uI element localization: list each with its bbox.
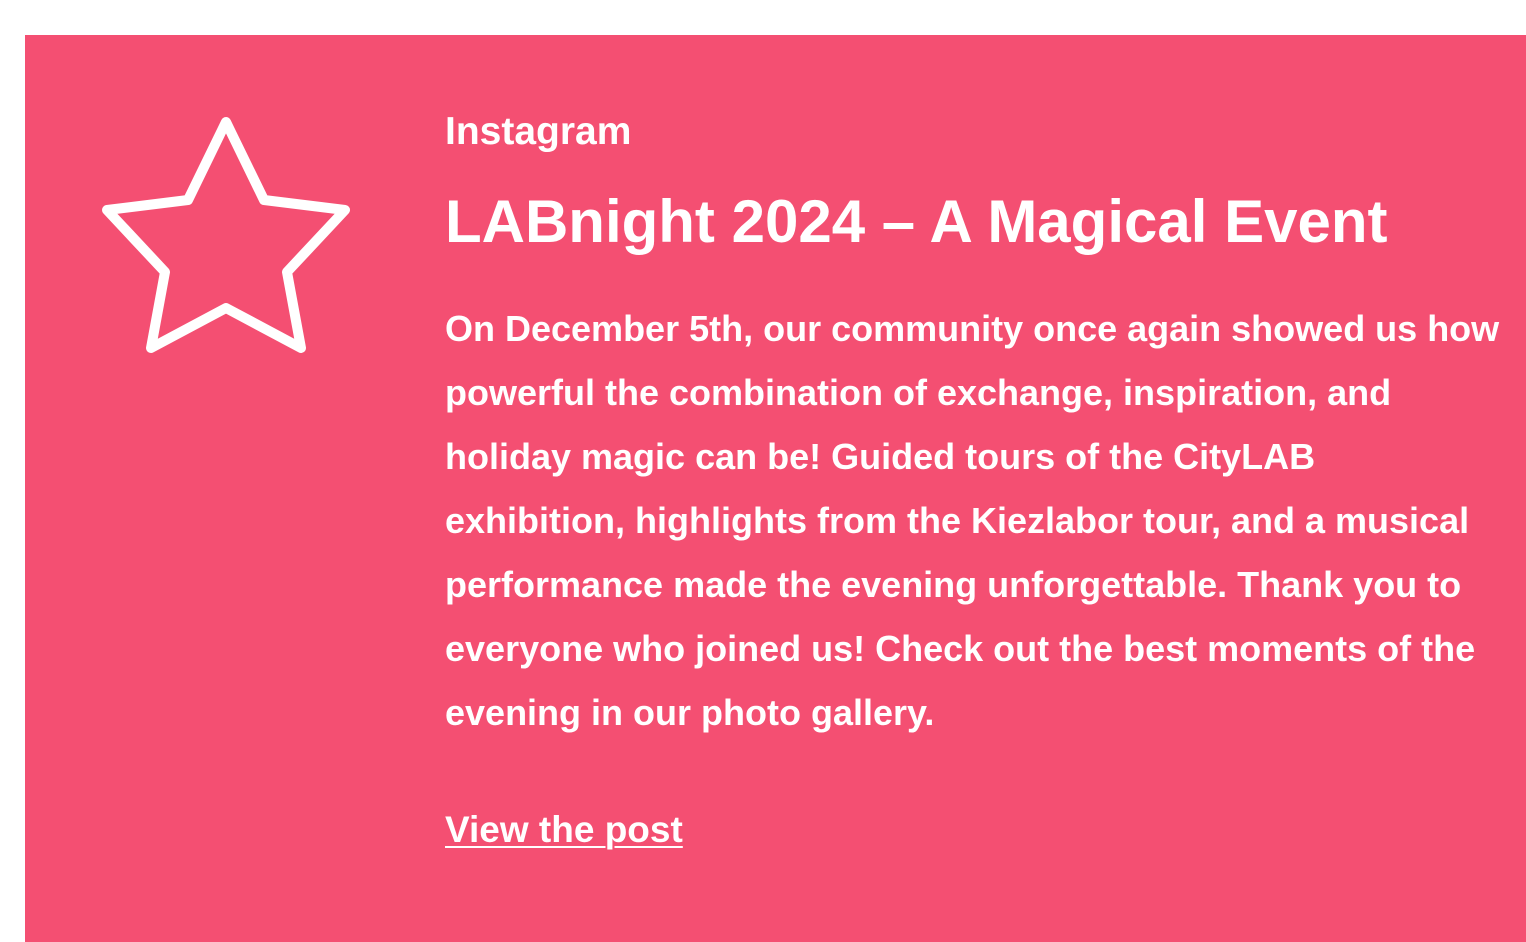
star-icon-svg bbox=[102, 117, 350, 353]
post-body: On December 5th, our community once agai… bbox=[445, 308, 1500, 733]
post-card: Instagram LABnight 2024 – A Magical Even… bbox=[25, 35, 1526, 942]
view-post-link[interactable]: View the post bbox=[445, 807, 683, 853]
source-label: Instagram bbox=[445, 110, 632, 153]
post-content: Instagram LABnight 2024 – A Magical Even… bbox=[445, 109, 1505, 853]
post-title: LABnight 2024 – A Magical Event bbox=[445, 188, 1388, 255]
star-icon bbox=[101, 116, 351, 356]
